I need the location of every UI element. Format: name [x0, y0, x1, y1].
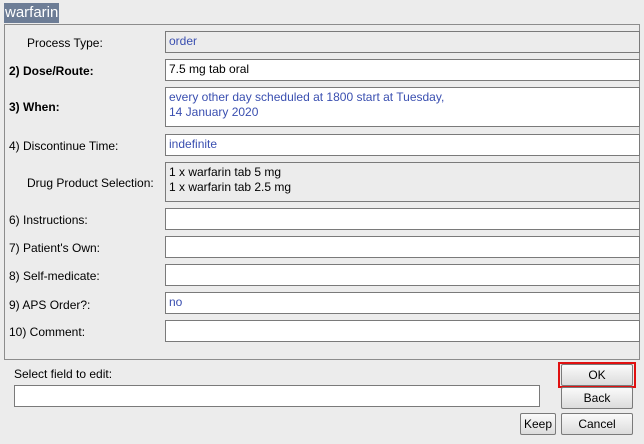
when-field[interactable]: every other day scheduled at 1800 start … [165, 87, 640, 127]
instructions-field[interactable] [165, 208, 640, 230]
patients-own-field[interactable] [165, 236, 640, 258]
select-field-label: Select field to edit: [14, 367, 113, 381]
dose-route-label[interactable]: 2) Dose/Route: [9, 64, 94, 78]
instructions-label[interactable]: 6) Instructions: [9, 213, 88, 227]
ok-button[interactable]: OK [561, 364, 633, 386]
discontinue-time-field[interactable]: indefinite [165, 134, 640, 156]
self-medicate-label[interactable]: 8) Self-medicate: [9, 269, 100, 283]
cancel-button[interactable]: Cancel [561, 413, 633, 435]
process-type-field: order [165, 31, 640, 53]
self-medicate-field[interactable] [165, 264, 640, 286]
window-title: warfarin [4, 3, 60, 23]
keep-button[interactable]: Keep [520, 413, 556, 435]
patients-own-label[interactable]: 7) Patient's Own: [9, 241, 100, 255]
comment-field[interactable] [165, 320, 640, 342]
drug-product-selection-field: 1 x warfarin tab 5 mg 1 x warfarin tab 2… [165, 162, 640, 202]
discontinue-time-label[interactable]: 4) Discontinue Time: [9, 139, 118, 153]
when-label[interactable]: 3) When: [9, 100, 60, 114]
aps-order-field[interactable]: no [165, 292, 640, 314]
comment-label[interactable]: 10) Comment: [9, 325, 85, 339]
dose-route-field[interactable]: 7.5 mg tab oral [165, 59, 640, 81]
process-type-label: Process Type: [27, 36, 103, 50]
aps-order-label[interactable]: 9) APS Order?: [9, 298, 90, 312]
drug-product-selection-label: Drug Product Selection: [27, 176, 154, 190]
back-button[interactable]: Back [561, 387, 633, 409]
select-field-input[interactable] [14, 385, 540, 407]
order-detail-panel: Process Type: order 2) Dose/Route: 7.5 m… [4, 24, 640, 360]
